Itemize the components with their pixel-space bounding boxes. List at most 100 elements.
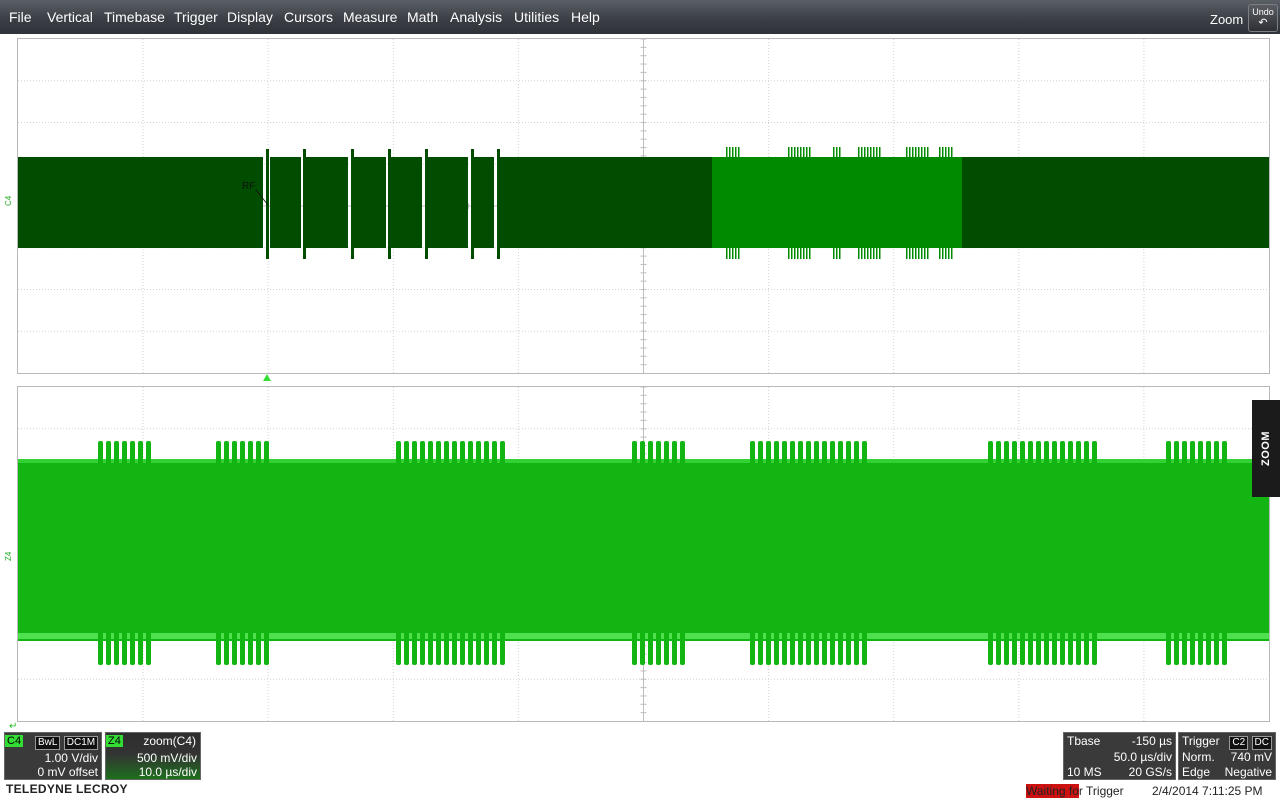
trace-z4-burst-pulse — [1206, 441, 1211, 665]
trace-z4-burst-pulse — [988, 441, 993, 665]
trace-z4-burst-pulse — [114, 441, 119, 665]
undo-icon: ↶ — [1258, 17, 1268, 29]
trace-z4-burst-pulse — [996, 441, 1001, 665]
trigger-position-marker[interactable] — [263, 374, 271, 381]
trace-z4-burst-pulse — [766, 441, 771, 665]
trace-z4-burst-pulse — [264, 441, 269, 665]
trace-z4-plot — [18, 387, 1269, 721]
menu-vertical[interactable]: Vertical — [47, 9, 93, 25]
trace-c4-burst-tick — [833, 147, 835, 259]
timebase-sample-rate: 20 GS/s — [1128, 765, 1172, 779]
trace-z4-burst-pulse — [396, 441, 401, 665]
trace-z4-burst-pulse — [240, 441, 245, 665]
trace-z4-burst-pulse — [1198, 441, 1203, 665]
trace-z4-burst-pulse — [1044, 441, 1049, 665]
timebase-samples: 10 MS — [1067, 765, 1102, 779]
trace-z4-burst-pulse — [122, 441, 127, 665]
trigger-mode: Norm. — [1182, 750, 1215, 764]
trace-c4-band — [354, 157, 386, 248]
trace-c4-band — [270, 157, 301, 248]
trace-z4-burst-pulse — [1012, 441, 1017, 665]
trace-z4-burst-pulse — [1004, 441, 1009, 665]
trace-z4-burst-pulse — [782, 441, 787, 665]
zoom-z4-hscale: 10.0 µs/div — [138, 765, 197, 779]
bandwidth-limit-badge: BwL — [35, 736, 61, 750]
channel-c4-descriptor[interactable]: C4 BwL DC1M 1.00 V/div 0 mV offset — [4, 732, 102, 780]
trace-c4-burst-tick — [803, 147, 805, 259]
trace-z4-burst-pulse — [790, 441, 795, 665]
ground-level-marker: ↵ — [9, 721, 18, 732]
trace-z4-burst-pulse — [460, 441, 465, 665]
menu-math[interactable]: Math — [407, 9, 438, 25]
trace-c4-burst-tick — [738, 147, 740, 259]
trace-c4-burst-tick — [915, 147, 917, 259]
trace-z4-burst-pulse — [216, 441, 221, 665]
trace-c4-band — [428, 157, 468, 248]
menu-trigger[interactable]: Trigger — [174, 9, 218, 25]
zoom-grid-bottom[interactable] — [17, 386, 1270, 722]
trace-z4-label: Z4 — [4, 551, 13, 561]
trace-z4-burst-pulse — [672, 441, 677, 665]
trace-c4-spike — [425, 149, 428, 259]
trace-c4-burst-tick — [839, 147, 841, 259]
menu-help[interactable]: Help — [571, 9, 600, 25]
menu-cursors[interactable]: Cursors — [284, 9, 333, 25]
trace-c4-burst-tick — [800, 147, 802, 259]
trace-z4-burst-pulse — [146, 441, 151, 665]
trace-c4-burst-tick — [864, 147, 866, 259]
coupling-badge: DC1M — [63, 736, 99, 750]
trace-z4-burst-pulse — [854, 441, 859, 665]
trace-c4-label: C4 — [4, 195, 13, 206]
undo-button[interactable]: Undo ↶ — [1248, 4, 1278, 32]
trace-z4-burst-pulse — [664, 441, 669, 665]
trigger-title: Trigger — [1182, 734, 1220, 748]
trace-c4-burst-tick — [945, 147, 947, 259]
trace-z4-burst-pulse — [130, 441, 135, 665]
trace-c4-burst-tick — [939, 147, 941, 259]
timebase-descriptor[interactable]: Tbase -150 µs 50.0 µs/div 10 MS 20 GS/s — [1063, 732, 1176, 780]
menu-bar: File Vertical Timebase Trigger Display C… — [0, 0, 1280, 34]
trace-z4-burst-pulse — [500, 441, 505, 665]
trace-c4-burst-tick — [797, 147, 799, 259]
trace-c4-band — [962, 157, 1269, 248]
trace-z4-burst-pulse — [1076, 441, 1081, 665]
acquisition-status: Waiting for Trigger — [1026, 784, 1124, 798]
trace-c4-burst-tick — [806, 147, 808, 259]
trace-z4-burst-pulse — [444, 441, 449, 665]
trace-z4-burst-pulse — [1182, 441, 1187, 665]
menu-display[interactable]: Display — [227, 9, 273, 25]
trace-z4-burst-pulse — [750, 441, 755, 665]
trigger-coupling-badge: DC — [1251, 736, 1272, 750]
trace-c4-band — [500, 157, 712, 248]
zoom-z4-descriptor[interactable]: Z4 zoom(C4) 500 mV/div 10.0 µs/div — [105, 732, 201, 780]
trace-c4-burst-tick — [836, 147, 838, 259]
brand-logo: TELEDYNE LECROY — [6, 782, 128, 796]
menu-utilities[interactable]: Utilities — [514, 9, 559, 25]
trigger-descriptor[interactable]: Trigger C2 DC Norm. 740 mV Edge Negative — [1178, 732, 1276, 780]
menu-timebase[interactable]: Timebase — [104, 9, 165, 25]
menu-file[interactable]: File — [9, 9, 32, 25]
timebase-delay: -150 µs — [1131, 734, 1172, 748]
channel-grid-top[interactable]: RF — [17, 38, 1270, 374]
trace-z4-burst-pulse — [98, 441, 103, 665]
menu-analysis[interactable]: Analysis — [450, 9, 502, 25]
zoom-z4-vscale: 500 mV/div — [136, 751, 197, 765]
trace-z4-burst-pulse — [1084, 441, 1089, 665]
trace-z4-burst-pulse — [1020, 441, 1025, 665]
trace-z4-burst-pulse — [830, 441, 835, 665]
trace-c4-burst-tick — [735, 147, 737, 259]
trace-z4-burst-pulse — [1222, 441, 1227, 665]
trigger-type: Edge — [1182, 765, 1211, 779]
trace-c4-burst-tick — [873, 147, 875, 259]
trace-c4-burst-tick — [948, 147, 950, 259]
trace-z4-burst-pulse — [256, 441, 261, 665]
trace-z4-burst-pulse — [428, 441, 433, 665]
trace-z4-burst-pulse — [758, 441, 763, 665]
trace-z4-burst-pulse — [806, 441, 811, 665]
trace-z4-burst-pulse — [492, 441, 497, 665]
trace-z4-burst-pulse — [404, 441, 409, 665]
zoom-side-tab[interactable]: ZOOM — [1252, 400, 1280, 497]
menu-measure[interactable]: Measure — [343, 9, 397, 25]
trigger-level: 740 mV — [1230, 750, 1272, 764]
trace-z4-burst-pulse — [680, 441, 685, 665]
